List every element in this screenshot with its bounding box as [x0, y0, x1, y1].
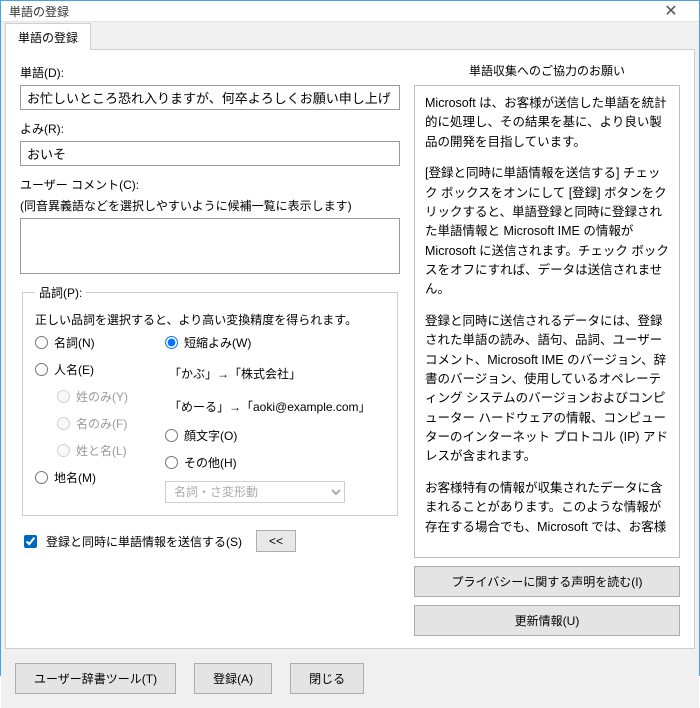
info-p3: 登録と同時に送信されるデータには、登録された単語の読み、語句、品詞、ユーザー コ…: [425, 312, 669, 467]
radio-noun[interactable]: 名詞(N): [35, 334, 155, 351]
info-p2: [登録と同時に単語情報を送信する] チェック ボックスをオンにして [登録] ボ…: [425, 164, 669, 300]
send-checkbox[interactable]: 登録と同時に単語情報を送信する(S): [20, 532, 242, 551]
update-button[interactable]: 更新情報(U): [414, 605, 680, 636]
pos-legend: 品詞(P):: [35, 284, 86, 301]
radio-other[interactable]: その他(H): [165, 454, 385, 471]
privacy-button[interactable]: プライバシーに関する声明を読む(I): [414, 566, 680, 597]
comment-input[interactable]: [20, 218, 400, 274]
radio-abbrev[interactable]: 短縮よみ(W): [165, 334, 385, 351]
radio-person[interactable]: 人名(E): [35, 361, 155, 378]
register-button[interactable]: 登録(A): [194, 663, 272, 694]
radio-place[interactable]: 地名(M): [35, 469, 155, 486]
abbrev-example-2: 「めーる」→「aoki@example.com」: [169, 398, 385, 415]
pos-fieldset: 品詞(P): 正しい品詞を選択すると、より高い変換精度を得られます。 名詞(N)…: [22, 284, 398, 516]
radio-lastname: 姓のみ(Y): [57, 388, 155, 405]
info-scrollbox[interactable]: Microsoft は、お客様が送信した単語を統計的に処理し、その結果を基に、よ…: [414, 85, 680, 558]
other-select[interactable]: 名詞・さ変形動: [165, 481, 345, 503]
close-button[interactable]: 閉じる: [290, 663, 364, 694]
yomi-input[interactable]: [20, 141, 400, 166]
abbrev-example-1: 「かぶ」→「株式会社」: [169, 365, 385, 382]
dict-tool-button[interactable]: ユーザー辞書ツール(T): [15, 663, 176, 694]
close-icon[interactable]: ✕: [651, 1, 691, 21]
word-input[interactable]: [20, 85, 400, 110]
tab-register[interactable]: 単語の登録: [5, 23, 91, 50]
window-title: 単語の登録: [9, 3, 651, 20]
right-title: 単語収集へのご協力のお願い: [414, 62, 680, 79]
collapse-button[interactable]: <<: [256, 530, 296, 552]
info-p1: Microsoft は、お客様が送信した単語を統計的に処理し、その結果を基に、よ…: [425, 94, 669, 152]
radio-kaomoji[interactable]: 顔文字(O): [165, 427, 385, 444]
radio-fullname: 姓と名(L): [57, 442, 155, 459]
pos-note: 正しい品詞を選択すると、より高い変換精度を得られます。: [35, 311, 385, 328]
comment-label: ユーザー コメント(C):: [20, 176, 400, 193]
comment-hint: (同音異義語などを選択しやすいように候補一覧に表示します): [20, 197, 400, 214]
word-label: 単語(D):: [20, 64, 400, 81]
info-p4: お客様特有の情報が収集されたデータに含まれることがあります。このような情報が存在…: [425, 479, 669, 537]
radio-firstname: 名のみ(F): [57, 415, 155, 432]
yomi-label: よみ(R):: [20, 120, 400, 137]
